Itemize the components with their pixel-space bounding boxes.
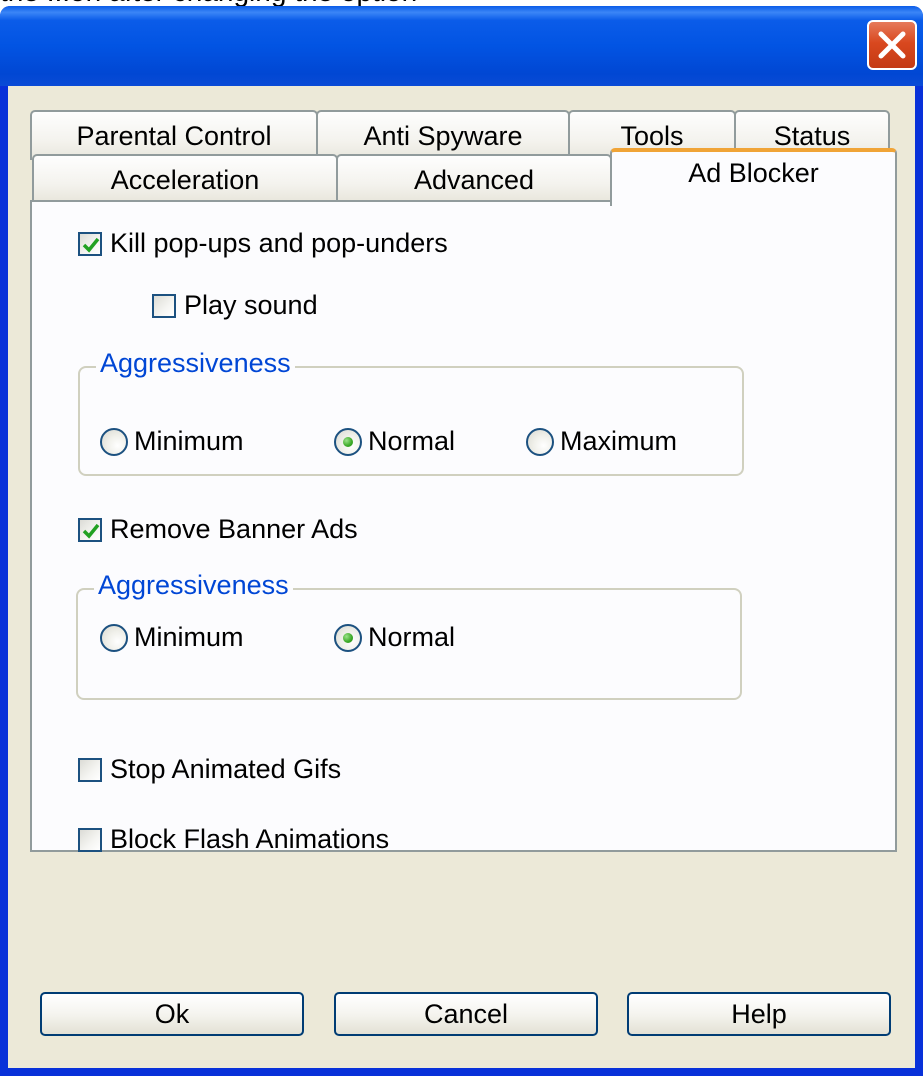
kill-popups-label: Kill pop-ups and pop-unders [110,228,448,258]
radio-label: Minimum [134,622,244,652]
radio-normal[interactable]: Normal [334,426,455,457]
title-bar[interactable] [0,6,923,86]
checkbox-box[interactable] [152,293,176,318]
aggressiveness-group-popups: Aggressiveness Minimum Normal Maximum [78,348,744,476]
radio-circle[interactable] [526,427,554,456]
aggressiveness-group-banners: Aggressiveness Minimum Normal [76,570,742,700]
group-legend: Aggressiveness [96,348,295,379]
checkbox-box[interactable] [78,757,102,782]
radio-circle[interactable] [100,623,128,652]
block-flash-label: Block Flash Animations [110,824,390,854]
checkbox-box[interactable] [78,231,102,256]
play-sound-label: Play sound [184,290,318,320]
tab-anti-spyware[interactable]: Anti Spyware [316,110,570,160]
radio-label: Maximum [560,426,678,456]
block-flash-checkbox[interactable]: Block Flash Animations [78,824,389,855]
remove-banner-checkbox[interactable]: Remove Banner Ads [78,514,358,545]
stop-gifs-label: Stop Animated Gifs [110,754,342,784]
radio-maximum[interactable]: Maximum [526,426,677,457]
checkbox-box[interactable] [78,517,102,542]
close-button[interactable] [867,20,917,70]
radio-circle[interactable] [100,427,128,456]
group-legend: Aggressiveness [94,570,293,601]
tab-parental-control[interactable]: Parental Control [30,110,318,160]
radio-minimum[interactable]: Minimum [100,426,244,457]
tab-label: Ad Blocker [688,158,819,188]
tab-label: Anti Spyware [363,121,523,151]
dialog-screenshot: the ...on after changing the option Pare… [0,0,923,1076]
tab-label: Parental Control [76,121,272,151]
checkbox-box[interactable] [78,827,102,852]
kill-popups-checkbox[interactable]: Kill pop-ups and pop-unders [78,228,448,259]
tab-label: Acceleration [110,165,260,195]
cancel-button[interactable]: Cancel [334,992,598,1036]
radio-circle[interactable] [334,427,362,456]
radio-minimum[interactable]: Minimum [100,622,244,653]
remove-banner-label: Remove Banner Ads [110,514,358,544]
checkmark-icon [82,523,100,539]
tab-advanced[interactable]: Advanced [336,154,612,202]
radio-normal[interactable]: Normal [334,622,455,653]
radio-circle[interactable] [334,623,362,652]
ok-button[interactable]: Ok [40,992,304,1036]
radio-label: Normal [368,622,456,652]
radio-label: Minimum [134,426,244,456]
stop-gifs-checkbox[interactable]: Stop Animated Gifs [78,754,341,785]
play-sound-checkbox[interactable]: Play sound [152,290,318,321]
checkmark-icon [82,237,100,253]
help-button[interactable]: Help [627,992,891,1036]
tab-acceleration[interactable]: Acceleration [32,154,338,202]
tab-ad-blocker[interactable]: Ad Blocker [610,148,897,206]
tab-strip: Parental Control Anti Spyware Tools Stat… [30,102,900,206]
close-x-icon [878,31,906,59]
ad-blocker-panel: Kill pop-ups and pop-unders Play sound A… [30,200,897,855]
radio-label: Normal [368,426,456,456]
tab-label: Advanced [413,165,535,195]
